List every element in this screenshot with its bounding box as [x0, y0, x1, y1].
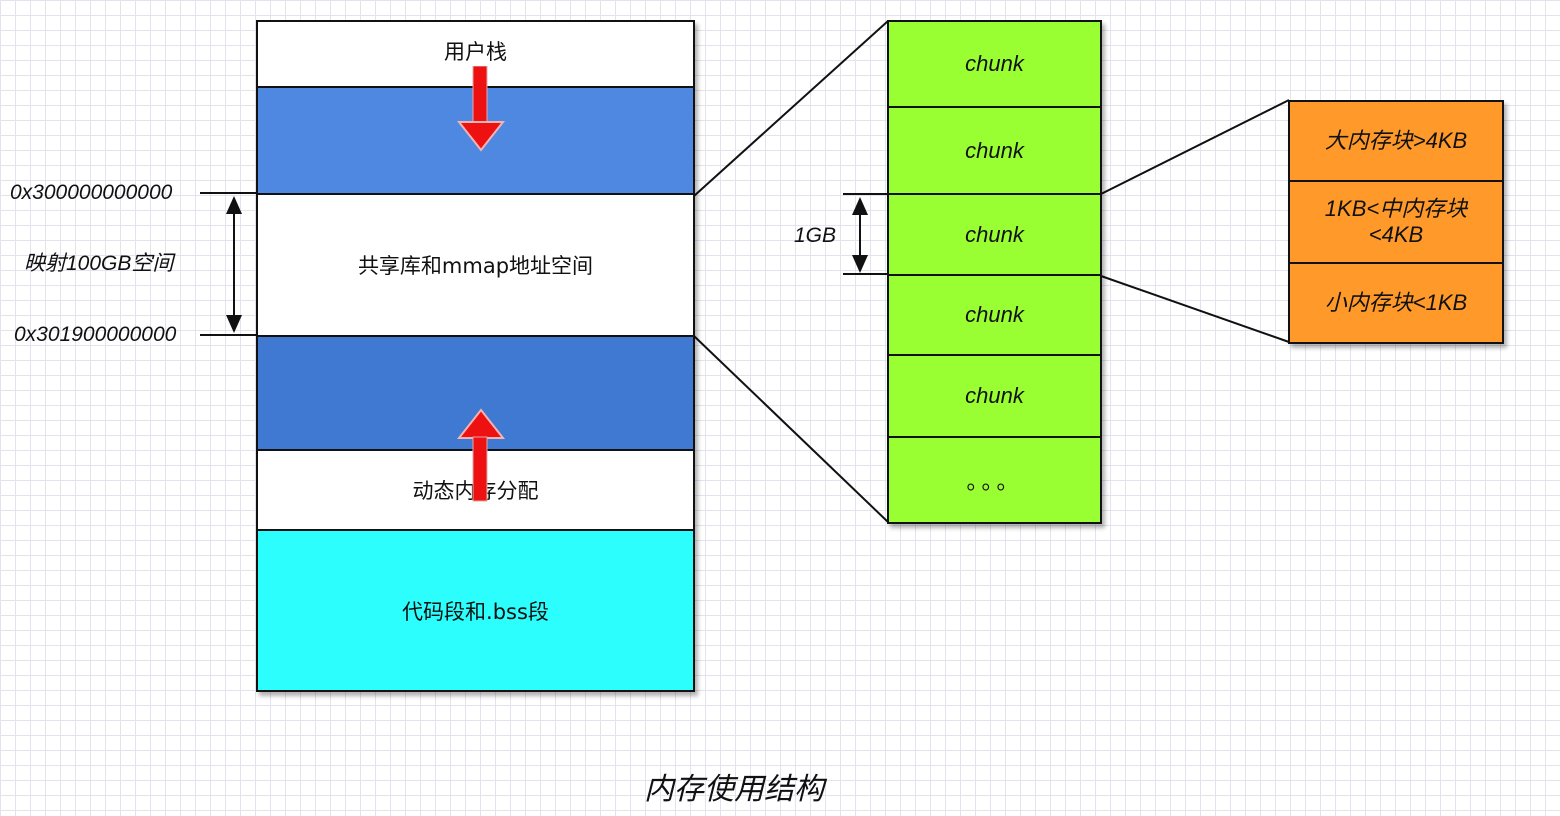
chunk-label: chunk [965, 51, 1024, 76]
chunk-label: chunk [965, 302, 1024, 327]
chunk-block: chunk [887, 354, 1102, 438]
size-class-column: 大内存块>4KB 1KB<中内存块 <4KB 小内存块<1KB [1288, 100, 1504, 344]
mapping-dimension-arrow-up [226, 196, 242, 214]
small-block-size: 小内存块<1KB [1288, 262, 1504, 344]
diagram-caption: 内存使用结构 [644, 773, 824, 806]
heap-up-arrow [456, 408, 506, 502]
zoom-line-chunk-bottom [1100, 275, 1290, 343]
mapping-dimension-arrow-down [226, 315, 242, 333]
chunk-dimension-arrow-down [852, 255, 868, 273]
zoom-line-chunk-top [1100, 99, 1290, 195]
chunk-block: chunk [887, 106, 1102, 195]
medium-block-size: 1KB<中内存块 <4KB [1288, 180, 1504, 264]
zoom-line-bottom [693, 335, 889, 523]
chunk-ellipsis-label: 。。。 [966, 469, 1023, 494]
chunk-block: chunk [887, 193, 1102, 276]
large-block-size: 大内存块>4KB [1288, 100, 1504, 182]
chunk-block: chunk [887, 20, 1102, 108]
address-end-label: 0x301900000000 [14, 323, 177, 346]
code-bss-label: 代码段和.bss段 [402, 599, 549, 624]
chunk-block: chunk [887, 274, 1102, 356]
large-block-label: 大内存块>4KB [1324, 128, 1468, 153]
code-bss-block: 代码段和.bss段 [256, 529, 695, 692]
chunk-size-label: 1GB [794, 224, 837, 247]
address-start-label: 0x300000000000 [10, 181, 173, 204]
mmap-region-block: 共享库和mmap地址空间 [256, 193, 695, 337]
chunk-ellipsis-block: 。。。 [887, 436, 1102, 524]
chunk-label: chunk [965, 383, 1024, 408]
small-block-label: 小内存块<1KB [1324, 290, 1468, 315]
medium-block-label: 1KB<中内存块 <4KB [1324, 196, 1468, 247]
mmap-region-label: 共享库和mmap地址空间 [357, 254, 594, 278]
chunk-label: chunk [965, 137, 1024, 163]
stack-down-arrow [456, 66, 506, 152]
mapping-size-label: 映射100GB空间 [24, 252, 174, 275]
chunk-label: chunk [965, 221, 1024, 247]
zoom-line-top [693, 20, 889, 197]
chunk-column: chunk chunk chunk chunk chunk 。。。 [887, 20, 1102, 524]
chunk-dimension-arrow-up [852, 197, 868, 215]
user-stack-label: 用户栈 [444, 40, 507, 64]
